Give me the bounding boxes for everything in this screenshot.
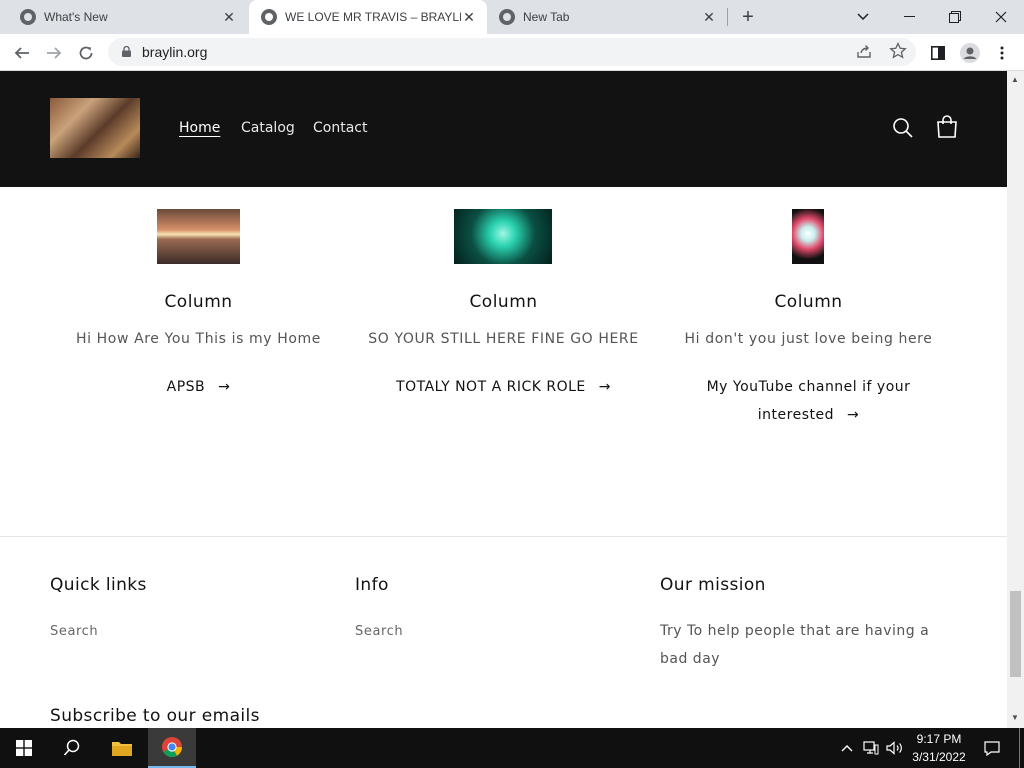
nav-contact-link[interactable]: Contact — [313, 120, 367, 136]
skull-portrait-image — [792, 209, 824, 264]
address-bar[interactable]: braylin.org — [108, 38, 916, 66]
clock-date: 3/31/2022 — [912, 750, 966, 764]
tab-new-tab[interactable]: New Tab ✕ — [487, 0, 727, 34]
side-panel-icon[interactable] — [924, 39, 952, 67]
scrollbar-thumb[interactable] — [1010, 591, 1021, 677]
search-icon[interactable] — [892, 117, 914, 144]
close-window-button[interactable] — [978, 0, 1024, 34]
forward-arrow-icon[interactable] — [40, 39, 68, 67]
cart-icon[interactable] — [936, 115, 958, 144]
site-header: Home Catalog Contact — [0, 71, 1007, 187]
column-1-text: Hi How Are You This is my Home — [76, 331, 321, 347]
column-3-link[interactable]: My YouTube channel if your interested → — [656, 373, 961, 429]
nav-home-link[interactable]: Home — [179, 120, 220, 136]
windows-start-icon[interactable] — [0, 728, 48, 768]
our-mission-text: Try To help people that are having a bad… — [660, 623, 930, 667]
show-desktop-button[interactable] — [1019, 728, 1020, 768]
arrow-right-icon: → — [598, 379, 611, 395]
tab-separator — [727, 8, 728, 26]
subscribe-heading: Subscribe to our emails — [50, 706, 260, 726]
clock-time: 9:17 PM — [916, 732, 962, 746]
browser-toolbar: braylin.org — [0, 34, 1024, 71]
taskbar-search-icon[interactable] — [48, 728, 96, 768]
nav-catalog-link[interactable]: Catalog — [241, 120, 295, 136]
column-2-title: Column — [469, 292, 538, 312]
column-1-link[interactable]: APSB → — [46, 373, 351, 401]
windows-taskbar: 9:17 PM 3/31/2022 — [0, 728, 1024, 768]
chrome-taskbar-icon[interactable] — [148, 728, 196, 768]
column-1-link-label[interactable]: APSB — [167, 379, 206, 395]
column-3-link-line-2[interactable]: interested — [758, 407, 834, 423]
page-viewport: Home Catalog Contact Column Hi How Are Y… — [0, 71, 1007, 728]
new-tab-button[interactable]: + — [736, 4, 760, 30]
scroll-down-arrow-icon[interactable]: ▼ — [1011, 713, 1019, 722]
site-logo[interactable] — [50, 98, 140, 158]
volume-icon[interactable] — [884, 728, 906, 768]
chrome-favicon-icon — [499, 9, 515, 25]
column-2-link-label[interactable]: TOTALY NOT A RICK ROLE — [396, 379, 586, 395]
column-2-text: SO YOUR STILL HERE FINE GO HERE — [368, 331, 639, 347]
url-text[interactable]: braylin.org — [142, 44, 207, 60]
network-icon[interactable] — [860, 728, 882, 768]
tab-title: New Tab — [523, 10, 570, 24]
our-mission-heading: Our mission — [660, 575, 766, 595]
bookmark-star-icon[interactable] — [889, 41, 907, 65]
column-2-link[interactable]: TOTALY NOT A RICK ROLE → — [351, 373, 656, 401]
browser-tab-strip: What's New ✕ WE LOVE MR TRAVIS – BRAYLIN… — [0, 0, 1024, 34]
tab-title: WE LOVE MR TRAVIS – BRAYLIN.ORG — [285, 10, 461, 24]
info-search-link[interactable]: Search — [355, 624, 403, 639]
reload-icon[interactable] — [72, 39, 100, 67]
profile-avatar-icon[interactable] — [956, 39, 984, 67]
tab-braylin[interactable]: WE LOVE MR TRAVIS – BRAYLIN.ORG ✕ — [249, 0, 487, 34]
tab-whats-new[interactable]: What's New ✕ — [0, 0, 247, 34]
file-explorer-icon[interactable] — [98, 728, 146, 768]
info-heading: Info — [355, 575, 389, 595]
sunset-beach-image — [157, 209, 240, 264]
notification-center-icon[interactable] — [978, 728, 1006, 768]
column-3-title: Column — [774, 292, 843, 312]
page-scrollbar[interactable]: ▲ ▼ — [1007, 71, 1024, 728]
show-hidden-icons-chevron-icon[interactable] — [838, 728, 856, 768]
globe-favicon-icon — [261, 9, 277, 25]
minimize-button[interactable] — [886, 0, 932, 34]
tab-title: What's New — [44, 10, 108, 24]
quick-links-search-link[interactable]: Search — [50, 624, 98, 639]
footer-divider — [0, 536, 1007, 537]
close-tab-icon[interactable]: ✕ — [461, 9, 477, 25]
column-3-text: Hi don't you just love being here — [684, 331, 933, 347]
close-tab-icon[interactable]: ✕ — [221, 9, 237, 25]
share-icon[interactable] — [856, 43, 872, 64]
column-1-title: Column — [164, 292, 233, 312]
arrow-right-icon: → — [218, 379, 231, 395]
system-clock[interactable]: 9:17 PM 3/31/2022 — [904, 730, 974, 766]
column-3-link-line-2-wrap[interactable]: interested → — [656, 401, 961, 429]
column-3-link-line-1[interactable]: My YouTube channel if your — [656, 373, 961, 401]
glowing-skull-image — [454, 209, 552, 264]
close-tab-icon[interactable]: ✕ — [701, 9, 717, 25]
scroll-up-arrow-icon[interactable]: ▲ — [1011, 75, 1019, 84]
arrow-right-icon: → — [846, 407, 860, 423]
back-arrow-icon[interactable] — [8, 39, 36, 67]
restore-button[interactable] — [932, 0, 978, 34]
chrome-favicon-icon — [20, 9, 36, 25]
quick-links-heading: Quick links — [50, 575, 147, 595]
lock-icon[interactable] — [122, 46, 131, 57]
chrome-menu-icon[interactable] — [988, 39, 1016, 67]
tab-search-chevron-icon[interactable] — [840, 0, 886, 34]
